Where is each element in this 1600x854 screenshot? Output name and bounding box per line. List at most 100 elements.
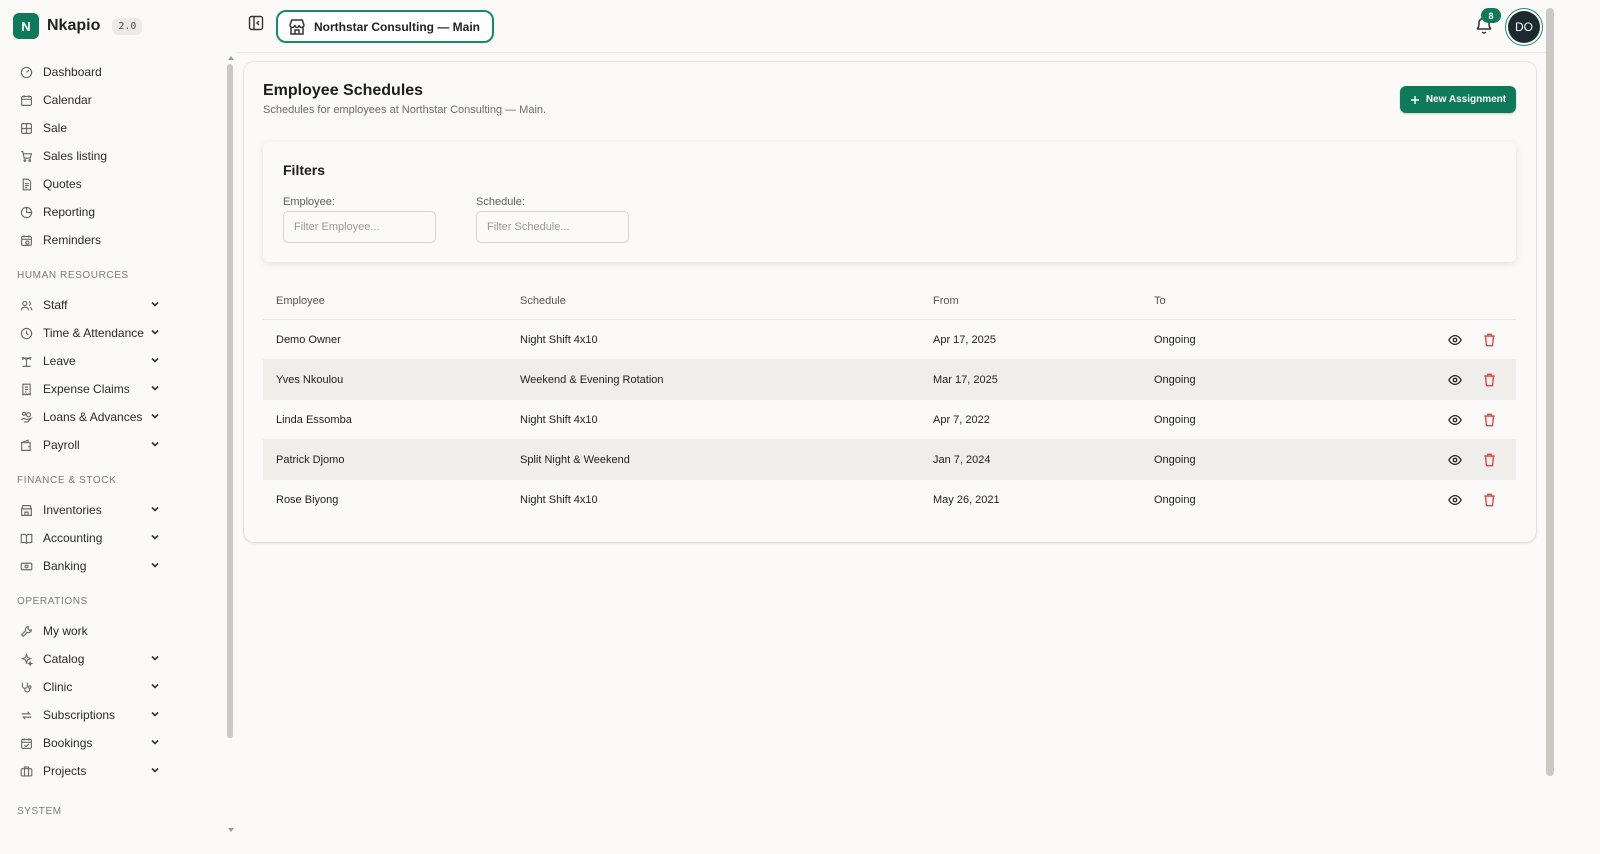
brand-name: Nkapio xyxy=(47,17,101,34)
cell-employee: Rose Biyong xyxy=(276,494,339,506)
eye-icon[interactable] xyxy=(1448,493,1462,507)
schedule-filter-input[interactable] xyxy=(476,211,629,243)
sidebar-item-label: Banking xyxy=(43,559,87,573)
sidebar-item-bookings[interactable]: Bookings xyxy=(0,729,224,757)
sidebar-item-label: Subscriptions xyxy=(43,708,116,722)
sidebar-item-banking[interactable]: Banking xyxy=(0,552,224,580)
sidebar: N Nkapio 2.0 Dashboard Calendar Sale Sal… xyxy=(0,0,224,854)
sidebar-toggle-icon[interactable] xyxy=(248,15,264,31)
table-row[interactable]: Rose Biyong Night Shift 4x10 May 26, 202… xyxy=(263,480,1516,520)
cell-schedule: Night Shift 4x10 xyxy=(520,333,598,346)
column-header-to[interactable]: To xyxy=(1154,295,1166,307)
cart-icon xyxy=(20,150,33,163)
users-icon xyxy=(20,299,33,312)
sidebar-item-label: Payroll xyxy=(43,438,80,452)
organization-switcher[interactable]: Northstar Consulting — Main xyxy=(276,10,494,43)
sidebar-scroll-down-arrow[interactable] xyxy=(228,828,234,832)
sidebar-item-quotes[interactable]: Quotes xyxy=(0,170,224,198)
sidebar-item-label: Time & Attendance xyxy=(43,326,144,340)
palm-icon xyxy=(20,355,33,368)
chevron-down-icon[interactable] xyxy=(150,383,160,393)
chevron-down-icon[interactable] xyxy=(150,299,160,309)
sidebar-scrollbar[interactable] xyxy=(227,64,233,738)
trash-icon[interactable] xyxy=(1483,453,1496,467)
column-header-from[interactable]: From xyxy=(933,295,959,307)
cell-to: Ongoing xyxy=(1154,413,1196,426)
chevron-down-icon[interactable] xyxy=(150,681,160,691)
table-row[interactable]: Linda Essomba Night Shift 4x10 Apr 7, 20… xyxy=(263,400,1516,440)
section-human-resources: HUMAN RESOURCES xyxy=(17,269,129,281)
chevron-down-icon[interactable] xyxy=(150,504,160,514)
calendar-check-icon xyxy=(20,737,33,750)
sidebar-item-label: Accounting xyxy=(43,531,103,545)
sidebar-item-label: Projects xyxy=(43,764,87,778)
trash-icon[interactable] xyxy=(1483,373,1496,387)
avatar[interactable]: DO xyxy=(1508,11,1540,43)
wallet-icon xyxy=(20,438,33,452)
trash-icon[interactable] xyxy=(1483,493,1496,507)
eye-icon[interactable] xyxy=(1448,453,1462,467)
hand-coins-icon xyxy=(20,411,33,424)
sparkles-icon xyxy=(20,652,33,666)
sidebar-item-sale[interactable]: Sale xyxy=(0,114,224,142)
sidebar-item-sales-listing[interactable]: Sales listing xyxy=(0,142,224,170)
sidebar-item-expense-claims[interactable]: Expense Claims xyxy=(0,375,224,403)
chevron-down-icon[interactable] xyxy=(150,439,160,449)
eye-icon[interactable] xyxy=(1448,413,1462,427)
sidebar-item-projects[interactable]: Projects xyxy=(0,757,224,785)
sidebar-item-subscriptions[interactable]: Subscriptions xyxy=(0,701,224,729)
sidebar-item-label: Staff xyxy=(43,298,68,312)
sidebar-item-label: Bookings xyxy=(43,736,93,750)
sidebar-item-clinic[interactable]: Clinic xyxy=(0,673,224,701)
sidebar-item-calendar[interactable]: Calendar xyxy=(0,86,224,114)
chevron-down-icon[interactable] xyxy=(150,532,160,542)
cell-to: Ongoing xyxy=(1154,373,1196,386)
brand[interactable]: N Nkapio 2.0 xyxy=(13,13,143,39)
sidebar-item-label: Reporting xyxy=(43,205,96,219)
brand-logo: N xyxy=(13,13,39,39)
sidebar-item-loans-advances[interactable]: Loans & Advances xyxy=(0,403,224,431)
sidebar-item-reminders[interactable]: Reminders xyxy=(0,226,224,254)
sidebar-item-label: Calendar xyxy=(43,93,92,107)
column-header-schedule[interactable]: Schedule xyxy=(520,295,566,307)
table-row[interactable]: Demo Owner Night Shift 4x10 Apr 17, 2025… xyxy=(263,320,1516,360)
cell-schedule: Night Shift 4x10 xyxy=(520,413,598,426)
plus-icon xyxy=(1410,95,1420,105)
sidebar-item-time-attendance[interactable]: Time & Attendance xyxy=(0,319,224,347)
table-row[interactable]: Patrick Djomo Split Night & Weekend Jan … xyxy=(263,440,1516,480)
chevron-down-icon[interactable] xyxy=(150,653,160,663)
sidebar-item-reporting[interactable]: Reporting xyxy=(0,198,224,226)
chevron-down-icon[interactable] xyxy=(150,411,160,421)
new-assignment-button[interactable]: New Assignment xyxy=(1400,86,1516,113)
sidebar-item-label: Loans & Advances xyxy=(43,410,143,424)
chevron-down-icon[interactable] xyxy=(150,560,160,570)
chevron-down-icon[interactable] xyxy=(150,737,160,747)
employee-filter-input[interactable] xyxy=(283,211,436,243)
table-row[interactable]: Yves Nkoulou Weekend & Evening Rotation … xyxy=(263,360,1516,400)
sidebar-item-payroll[interactable]: Payroll xyxy=(0,431,224,459)
employee-schedules-card: Employee Schedules Schedules for employe… xyxy=(244,62,1536,542)
stethoscope-icon xyxy=(20,681,33,694)
sidebar-item-my-work[interactable]: My work xyxy=(0,617,224,645)
main-scrollbar[interactable] xyxy=(1546,8,1554,776)
repeat-icon xyxy=(20,709,33,722)
chevron-down-icon[interactable] xyxy=(150,765,160,775)
chevron-down-icon[interactable] xyxy=(150,355,160,365)
eye-icon[interactable] xyxy=(1448,333,1462,347)
chevron-down-icon[interactable] xyxy=(150,709,160,719)
sidebar-item-dashboard[interactable]: Dashboard xyxy=(0,58,224,86)
eye-icon[interactable] xyxy=(1448,373,1462,387)
cell-employee: Yves Nkoulou xyxy=(276,373,344,386)
sidebar-scroll-up-arrow[interactable] xyxy=(228,56,234,60)
cell-schedule: Night Shift 4x10 xyxy=(520,494,598,506)
chevron-down-icon[interactable] xyxy=(150,327,160,337)
sidebar-item-accounting[interactable]: Accounting xyxy=(0,524,224,552)
trash-icon[interactable] xyxy=(1483,333,1496,347)
new-assignment-label: New Assignment xyxy=(1425,94,1507,105)
sidebar-item-leave[interactable]: Leave xyxy=(0,347,224,375)
sidebar-item-staff[interactable]: Staff xyxy=(0,291,224,319)
column-header-employee[interactable]: Employee xyxy=(276,295,325,307)
sidebar-item-catalog[interactable]: Catalog xyxy=(0,645,224,673)
sidebar-item-inventories[interactable]: Inventories xyxy=(0,496,224,524)
trash-icon[interactable] xyxy=(1483,413,1496,427)
